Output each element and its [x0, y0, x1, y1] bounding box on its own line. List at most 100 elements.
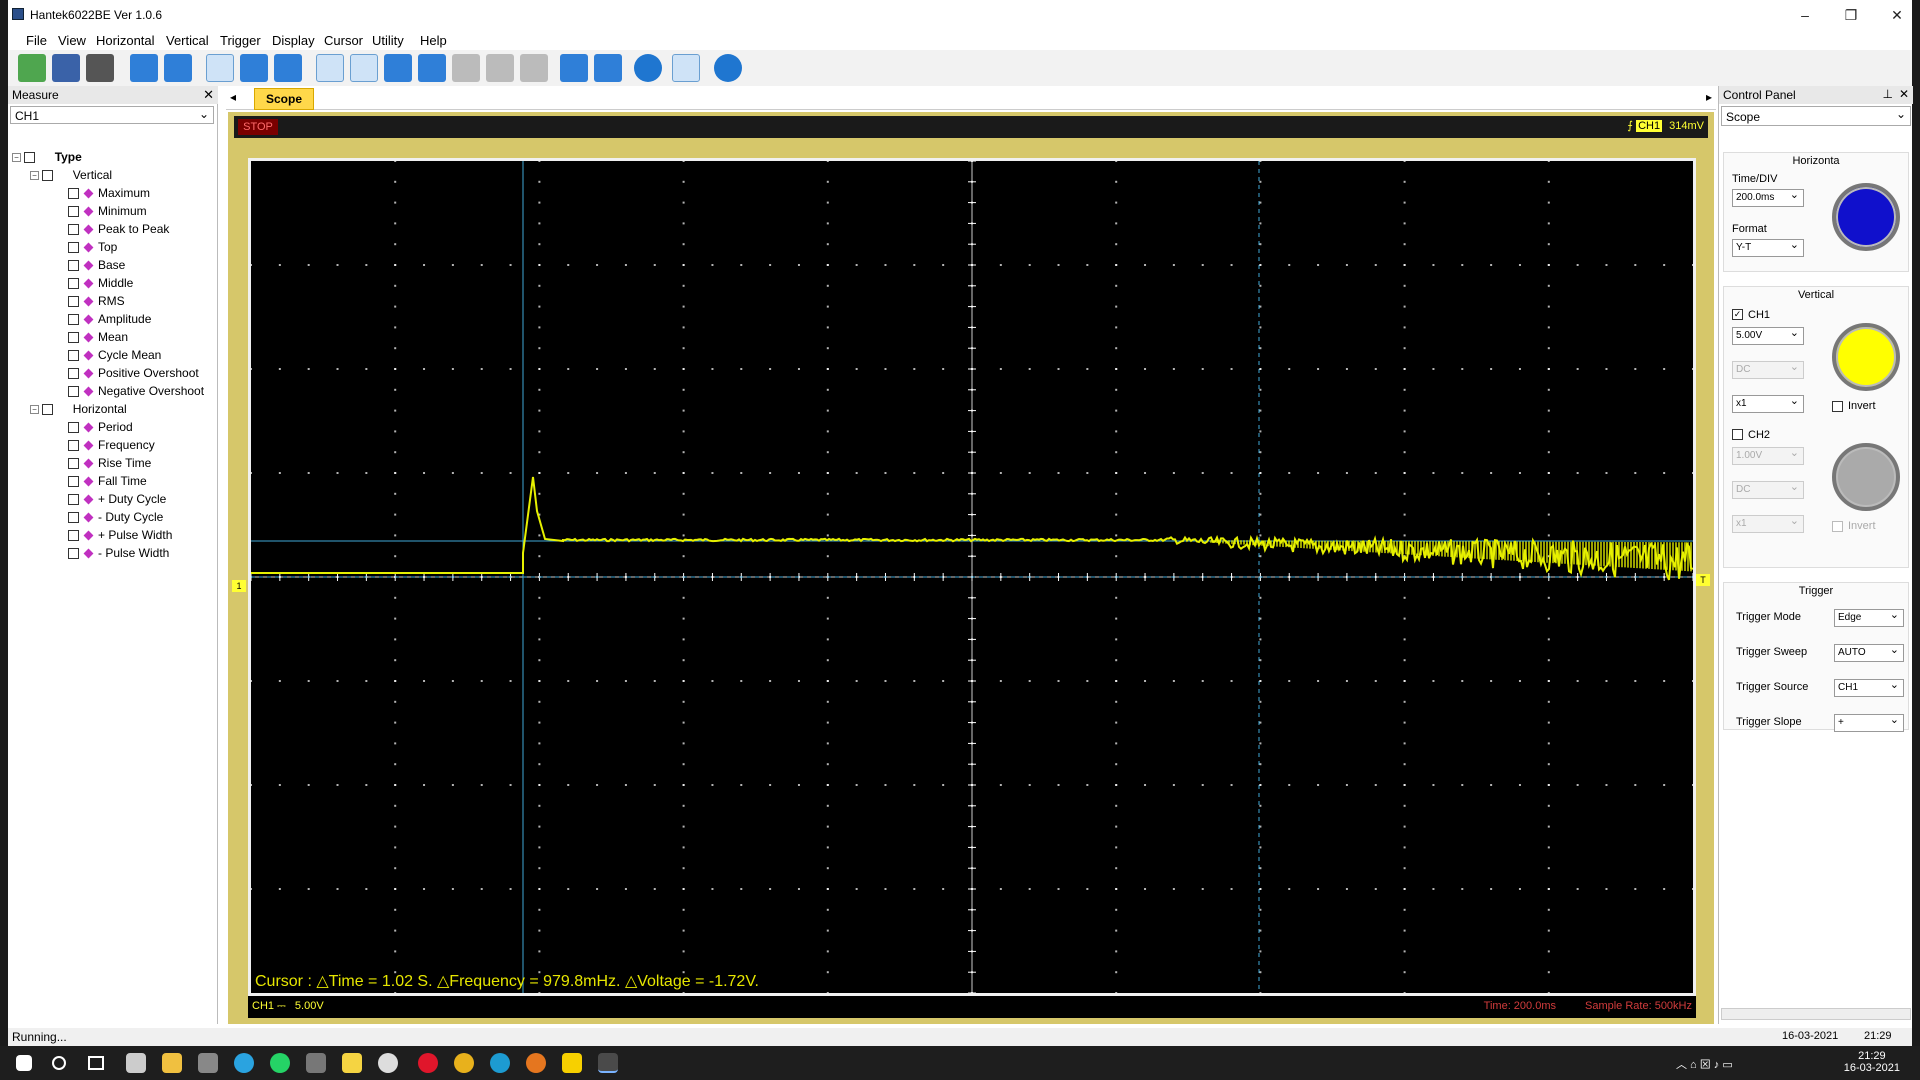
calculator-icon[interactable] — [198, 1053, 218, 1073]
opera-icon[interactable] — [418, 1053, 438, 1073]
checkbox[interactable] — [68, 332, 79, 344]
checkbox[interactable] — [68, 260, 79, 272]
ch1-volts-select[interactable]: 5.00V — [1732, 325, 1804, 345]
telegram-icon[interactable] — [234, 1053, 254, 1073]
menu-trigger[interactable]: Trigger — [220, 33, 261, 48]
checkbox[interactable] — [68, 476, 79, 488]
pin-icon[interactable]: ⊥ — [1883, 87, 1893, 101]
measure-channel-select[interactable]: CH1 ⌄ — [10, 106, 214, 124]
ch2-volts-knob[interactable] — [1832, 443, 1900, 511]
ch1-enable-checkbox[interactable]: ✓ — [1732, 309, 1743, 320]
cursor-vertical-icon[interactable] — [384, 54, 412, 82]
checkbox[interactable] — [24, 152, 36, 164]
select-icon[interactable] — [316, 54, 344, 82]
close-button[interactable]: ✕ — [1874, 0, 1920, 30]
checkbox[interactable] — [68, 422, 79, 434]
help-icon[interactable] — [714, 54, 742, 82]
checkbox[interactable] — [68, 206, 79, 218]
sticky-notes-icon[interactable] — [562, 1053, 582, 1073]
print-icon[interactable] — [86, 54, 114, 82]
checkbox[interactable] — [68, 386, 79, 398]
whatsapp-icon[interactable] — [270, 1053, 290, 1073]
control-panel-close-icon[interactable]: ✕ — [1899, 87, 1909, 101]
triangle-wave-icon[interactable] — [486, 54, 514, 82]
sine-wave-icon[interactable] — [520, 54, 548, 82]
hantek-app-icon[interactable] — [598, 1053, 618, 1073]
reset-icon[interactable] — [560, 54, 588, 82]
grid-icon[interactable] — [350, 54, 378, 82]
checkbox[interactable] — [68, 350, 79, 362]
autoset-icon[interactable] — [594, 54, 622, 82]
tab-next-icon[interactable]: ▸ — [1706, 90, 1712, 104]
ramp-icon[interactable] — [274, 54, 302, 82]
ch1-invert-checkbox[interactable] — [1832, 401, 1843, 412]
channel-wave-icon[interactable] — [206, 54, 234, 82]
ch1-probe-select[interactable]: x1 — [1732, 393, 1804, 413]
time-base-knob[interactable] — [1832, 183, 1900, 251]
ch1-coupling-select[interactable]: DC — [1732, 359, 1804, 379]
search-icon[interactable] — [52, 1056, 66, 1070]
checkbox[interactable] — [68, 548, 79, 560]
auto-scale-icon[interactable] — [130, 54, 158, 82]
checkbox[interactable] — [68, 512, 79, 524]
math-wave-icon[interactable] — [240, 54, 268, 82]
start-icon[interactable] — [16, 1055, 32, 1071]
checkbox[interactable] — [68, 224, 79, 236]
trigger-sweep-select[interactable]: AUTO — [1834, 642, 1904, 662]
collapse-icon[interactable]: − — [30, 171, 39, 181]
ch2-invert-checkbox[interactable] — [1832, 521, 1843, 532]
ch1-volts-knob[interactable] — [1832, 323, 1900, 391]
menu-horizontal[interactable]: Horizontal — [96, 33, 155, 48]
ch1-level-marker[interactable]: 1 — [232, 580, 246, 592]
chrome-icon[interactable] — [454, 1053, 474, 1073]
ch2-volts-select[interactable]: 1.00V — [1732, 445, 1804, 465]
checkbox[interactable] — [68, 242, 79, 254]
app-orange-icon[interactable] — [526, 1053, 546, 1073]
file-explorer-icon[interactable] — [162, 1053, 182, 1073]
app-dropbox-icon[interactable] — [126, 1053, 146, 1073]
minimize-button[interactable]: – — [1782, 0, 1828, 30]
menu-utility[interactable]: Utility — [372, 33, 404, 48]
tab-prev-icon[interactable]: ◂ — [230, 90, 236, 104]
maximize-button[interactable]: ❐ — [1828, 0, 1874, 30]
checkbox[interactable] — [68, 440, 79, 452]
checkbox[interactable] — [68, 188, 79, 200]
measure-close-icon[interactable]: ✕ — [203, 87, 214, 103]
pause-icon[interactable] — [672, 54, 700, 82]
time-div-select[interactable]: 200.0ms — [1732, 187, 1804, 207]
ch2-probe-select[interactable]: x1 — [1732, 513, 1804, 533]
waveform-display[interactable]: Cursor : △Time = 1.02 S. △Frequency = 97… — [248, 158, 1696, 996]
edge-icon[interactable] — [490, 1053, 510, 1073]
format-select[interactable]: Y-T — [1732, 237, 1804, 257]
trigger-slope-select[interactable]: + — [1834, 712, 1904, 732]
tray-icons[interactable]: ︿ ⌂ ⊠ ♪ ▭ — [1676, 1056, 1816, 1071]
tab-scope[interactable]: Scope — [254, 88, 314, 110]
checkbox[interactable] — [42, 404, 54, 416]
menu-display[interactable]: Display — [272, 33, 315, 48]
taskbar-clock[interactable]: 21:29 16-03-2021 — [1844, 1050, 1900, 1074]
trigger-level-marker[interactable]: T — [1696, 574, 1710, 586]
control-panel-mode-select[interactable]: Scope ⌄ — [1721, 106, 1911, 126]
menu-cursor[interactable]: Cursor — [324, 33, 363, 48]
open-icon[interactable] — [18, 54, 46, 82]
task-view-icon[interactable] — [88, 1056, 104, 1070]
ch2-coupling-select[interactable]: DC — [1732, 479, 1804, 499]
chat-icon[interactable] — [378, 1053, 398, 1073]
app-icon[interactable] — [306, 1053, 326, 1073]
checkbox[interactable] — [68, 296, 79, 308]
control-panel-scrollbar[interactable] — [1721, 1008, 1911, 1020]
checkbox[interactable] — [68, 368, 79, 380]
cursor-horizontal-icon[interactable] — [418, 54, 446, 82]
menu-view[interactable]: View — [58, 33, 86, 48]
checkbox[interactable] — [42, 170, 54, 182]
checkbox[interactable] — [68, 530, 79, 542]
checkbox[interactable] — [68, 278, 79, 290]
checkbox[interactable] — [68, 458, 79, 470]
checkbox[interactable] — [68, 494, 79, 506]
trigger-mode-select[interactable]: Edge — [1834, 607, 1904, 627]
menu-file[interactable]: File — [26, 33, 47, 48]
reference-icon[interactable] — [164, 54, 192, 82]
step-wave-icon[interactable] — [452, 54, 480, 82]
notes-icon[interactable] — [342, 1053, 362, 1073]
checkbox[interactable] — [68, 314, 79, 326]
